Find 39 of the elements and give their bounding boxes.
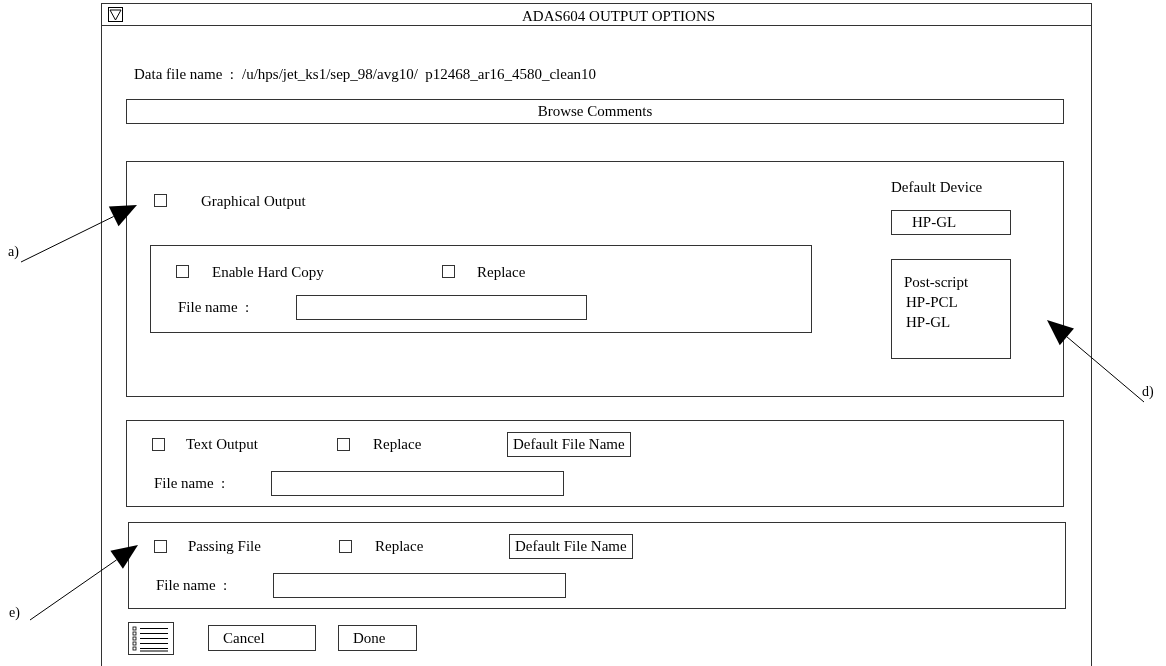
window-title: ADAS604 OUTPUT OPTIONS bbox=[522, 7, 716, 26]
checkbox[interactable] bbox=[154, 539, 167, 553]
checkbox-label: Replace bbox=[477, 262, 526, 282]
default-device-label: Default Device bbox=[891, 177, 983, 197]
device-field[interactable]: HP-GL bbox=[891, 209, 1011, 235]
menu-icon[interactable] bbox=[108, 7, 123, 22]
browse-comments-button[interactable]: Browse Comments bbox=[126, 98, 1064, 124]
annotation-label: a) bbox=[8, 243, 19, 261]
file-name-label: File name : bbox=[156, 575, 229, 595]
dialog-button[interactable]: Done bbox=[338, 625, 417, 651]
checkbox[interactable] bbox=[152, 437, 165, 451]
file-name-field[interactable] bbox=[271, 470, 564, 496]
file-name-label: File name : bbox=[178, 297, 251, 317]
checkbox-label: Replace bbox=[373, 434, 423, 454]
default-file-name-button[interactable]: Default File Name bbox=[509, 533, 633, 559]
file-name-field[interactable] bbox=[296, 294, 587, 320]
checkbox[interactable] bbox=[337, 437, 350, 451]
list-item[interactable]: HP-PCL bbox=[904, 291, 1010, 312]
data-file-name: /u/hps/jet_ks1/sep_98/avg10/ p12468_ar16_4580_clean10 bbox=[241, 65, 597, 84]
device-list[interactable]: Post-script HP-PCL HP-GL bbox=[891, 258, 1011, 359]
annotation-label: e) bbox=[9, 604, 20, 622]
checkbox-label: Text Output bbox=[186, 434, 259, 454]
file-name-field[interactable] bbox=[273, 572, 566, 598]
checkbox-label: Graphical Output bbox=[201, 191, 306, 211]
data-file-label: Data file name : bbox=[134, 65, 234, 84]
list-item[interactable]: HP-GL bbox=[904, 311, 1010, 332]
annotation-label: d) bbox=[1142, 383, 1154, 401]
checkbox-label: Enable Hard Copy bbox=[212, 262, 325, 282]
checkbox[interactable] bbox=[339, 539, 352, 553]
checkbox[interactable] bbox=[176, 265, 189, 279]
dialog-button[interactable]: Cancel bbox=[208, 625, 316, 651]
checkbox-label: Replace bbox=[375, 536, 425, 556]
default-file-name-button[interactable]: Default File Name bbox=[507, 431, 631, 457]
checkbox[interactable] bbox=[442, 265, 455, 279]
checkbox[interactable] bbox=[154, 194, 167, 208]
file-name-label: File name : bbox=[154, 473, 227, 493]
list-icon[interactable] bbox=[128, 621, 174, 655]
checkbox-label: Passing File bbox=[188, 536, 262, 556]
list-item[interactable]: Post-script bbox=[904, 271, 1010, 292]
